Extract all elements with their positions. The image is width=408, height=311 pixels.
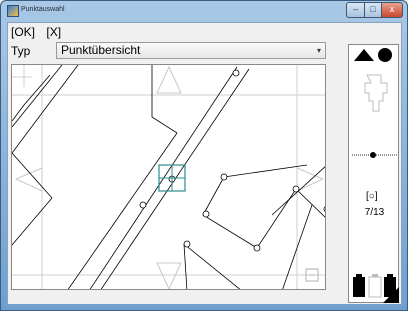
- app-window: Punktauswahl ‒ □ x [OK] [X] Typ Punktübe…: [0, 0, 408, 311]
- ok-button[interactable]: [OK]: [11, 25, 35, 39]
- pan-left-icon[interactable]: [14, 167, 43, 192]
- points-icon: [○]: [366, 191, 378, 202]
- pan-right-icon[interactable]: [296, 167, 325, 192]
- zoom-slider-icon[interactable]: [352, 152, 397, 158]
- status-strip: [7, 304, 402, 306]
- selection-marker: [158, 164, 186, 192]
- survey-point[interactable]: [183, 240, 191, 248]
- app-icon: [7, 5, 19, 17]
- pan-icon[interactable]: [364, 74, 388, 112]
- map-canvas[interactable]: [12, 65, 326, 290]
- map-view[interactable]: [11, 64, 326, 290]
- maximize-button[interactable]: □: [364, 2, 382, 18]
- survey-point[interactable]: [253, 244, 261, 252]
- point-counter: 7/13: [364, 207, 385, 218]
- title-bar[interactable]: Punktauswahl ‒ □ x: [1, 1, 407, 21]
- type-selected-value: Punktübersicht: [61, 43, 141, 57]
- close-button[interactable]: x: [381, 2, 403, 18]
- pan-up-icon[interactable]: [156, 65, 182, 94]
- side-panel-graphics: [352, 48, 399, 303]
- survey-point[interactable]: [292, 185, 300, 193]
- survey-point[interactable]: [220, 173, 228, 181]
- client-area: [OK] [X] Typ Punktübersicht ▾ [○] 7/13: [7, 22, 402, 305]
- type-select[interactable]: Punktübersicht ▾: [56, 42, 326, 59]
- chevron-down-icon: ▾: [316, 46, 321, 55]
- survey-point[interactable]: [232, 69, 240, 77]
- menu-bar: [OK] [X]: [11, 25, 69, 41]
- battery-icon: [353, 274, 396, 298]
- minimize-button[interactable]: ‒: [346, 2, 365, 18]
- pan-down-icon[interactable]: [156, 262, 182, 289]
- survey-point[interactable]: [202, 210, 210, 218]
- survey-points[interactable]: [139, 69, 326, 252]
- survey-point[interactable]: [139, 201, 147, 209]
- type-label: Typ: [11, 44, 31, 58]
- triangle-circle-icon[interactable]: [354, 48, 392, 62]
- window-title: Punktauswahl: [21, 6, 65, 13]
- survey-point[interactable]: [323, 206, 326, 212]
- cancel-button[interactable]: [X]: [46, 25, 61, 39]
- side-panel: [○] 7/13: [348, 44, 399, 303]
